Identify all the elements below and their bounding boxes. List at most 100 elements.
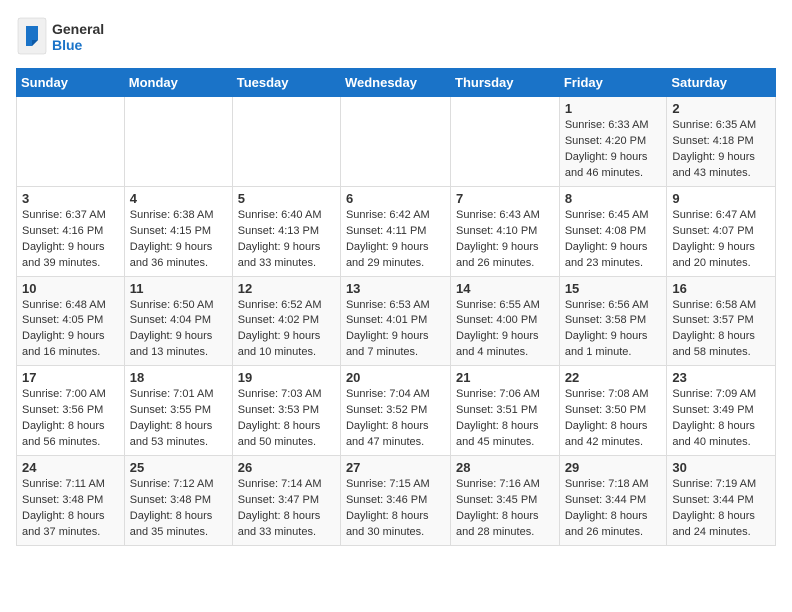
day-info: Sunrise: 6:37 AM Sunset: 4:16 PM Dayligh… <box>22 208 119 272</box>
day-info: Sunrise: 7:06 AM Sunset: 3:51 PM Dayligh… <box>456 387 554 451</box>
day-info: Sunrise: 7:11 AM Sunset: 3:48 PM Dayligh… <box>22 477 119 541</box>
day-number: 2 <box>672 101 770 116</box>
weekday-header-wednesday: Wednesday <box>340 69 450 97</box>
day-info: Sunrise: 7:16 AM Sunset: 3:45 PM Dayligh… <box>456 477 554 541</box>
calendar-cell: 3 Sunrise: 6:37 AM Sunset: 4:16 PM Daylig… <box>17 186 125 276</box>
weekday-header-sunday: Sunday <box>17 69 125 97</box>
calendar-cell <box>340 97 450 187</box>
day-info: Sunrise: 6:38 AM Sunset: 4:15 PM Dayligh… <box>130 208 227 272</box>
day-info: Sunrise: 6:58 AM Sunset: 3:57 PM Dayligh… <box>672 298 770 362</box>
day-info: Sunrise: 6:43 AM Sunset: 4:10 PM Dayligh… <box>456 208 554 272</box>
calendar-cell: 10Sunrise: 6:48 AM Sunset: 4:05 PM Dayli… <box>17 276 125 366</box>
calendar-cell: 6 Sunrise: 6:42 AM Sunset: 4:11 PM Daylig… <box>340 186 450 276</box>
calendar-cell: 15Sunrise: 6:56 AM Sunset: 3:58 PM Dayli… <box>559 276 667 366</box>
calendar-cell: 24 Sunrise: 7:11 AM Sunset: 3:48 PM Dayli… <box>17 456 125 546</box>
day-info: Sunrise: 6:50 AM Sunset: 4:04 PM Dayligh… <box>130 298 227 362</box>
logo: General Blue <box>16 16 106 56</box>
svg-text:Blue: Blue <box>52 37 83 53</box>
calendar-cell: 26Sunrise: 7:14 AM Sunset: 3:47 PM Dayli… <box>232 456 340 546</box>
svg-text:General: General <box>52 21 104 37</box>
week-row-1: 1 Sunrise: 6:33 AM Sunset: 4:20 PM Daylig… <box>17 97 776 187</box>
weekday-header-row: SundayMondayTuesdayWednesdayThursdayFrid… <box>17 69 776 97</box>
day-info: Sunrise: 7:08 AM Sunset: 3:50 PM Dayligh… <box>565 387 662 451</box>
day-number: 11 <box>130 281 227 296</box>
day-number: 12 <box>238 281 335 296</box>
calendar-cell: 16 Sunrise: 6:58 AM Sunset: 3:57 PM Dayli… <box>667 276 776 366</box>
day-info: Sunrise: 7:03 AM Sunset: 3:53 PM Dayligh… <box>238 387 335 451</box>
weekday-header-monday: Monday <box>124 69 232 97</box>
calendar-cell: 23Sunrise: 7:09 AM Sunset: 3:49 PM Dayli… <box>667 366 776 456</box>
day-info: Sunrise: 6:33 AM Sunset: 4:20 PM Dayligh… <box>565 118 662 182</box>
calendar-cell: 12 Sunrise: 6:52 AM Sunset: 4:02 PM Dayli… <box>232 276 340 366</box>
calendar-cell: 9Sunrise: 6:47 AM Sunset: 4:07 PM Daylig… <box>667 186 776 276</box>
day-info: Sunrise: 7:01 AM Sunset: 3:55 PM Dayligh… <box>130 387 227 451</box>
calendar-cell: 19 Sunrise: 7:03 AM Sunset: 3:53 PM Dayli… <box>232 366 340 456</box>
calendar-cell: 2 Sunrise: 6:35 AM Sunset: 4:18 PM Daylig… <box>667 97 776 187</box>
calendar-cell <box>17 97 125 187</box>
week-row-2: 3 Sunrise: 6:37 AM Sunset: 4:16 PM Daylig… <box>17 186 776 276</box>
weekday-header-thursday: Thursday <box>451 69 560 97</box>
calendar-cell: 21 Sunrise: 7:06 AM Sunset: 3:51 PM Dayli… <box>451 366 560 456</box>
calendar-cell <box>232 97 340 187</box>
calendar-cell <box>451 97 560 187</box>
day-number: 3 <box>22 191 119 206</box>
day-info: Sunrise: 7:00 AM Sunset: 3:56 PM Dayligh… <box>22 387 119 451</box>
day-number: 14 <box>456 281 554 296</box>
day-info: Sunrise: 6:52 AM Sunset: 4:02 PM Dayligh… <box>238 298 335 362</box>
calendar-cell: 22 Sunrise: 7:08 AM Sunset: 3:50 PM Dayli… <box>559 366 667 456</box>
day-number: 1 <box>565 101 662 116</box>
day-info: Sunrise: 6:45 AM Sunset: 4:08 PM Dayligh… <box>565 208 662 272</box>
day-info: Sunrise: 7:12 AM Sunset: 3:48 PM Dayligh… <box>130 477 227 541</box>
calendar-cell: 13Sunrise: 6:53 AM Sunset: 4:01 PM Dayli… <box>340 276 450 366</box>
calendar-cell: 5 Sunrise: 6:40 AM Sunset: 4:13 PM Daylig… <box>232 186 340 276</box>
calendar-cell: 14 Sunrise: 6:55 AM Sunset: 4:00 PM Dayli… <box>451 276 560 366</box>
day-number: 9 <box>672 191 770 206</box>
calendar-table: SundayMondayTuesdayWednesdayThursdayFrid… <box>16 68 776 546</box>
day-info: Sunrise: 7:19 AM Sunset: 3:44 PM Dayligh… <box>672 477 770 541</box>
calendar-cell: 25Sunrise: 7:12 AM Sunset: 3:48 PM Dayli… <box>124 456 232 546</box>
day-number: 18 <box>130 370 227 385</box>
day-info: Sunrise: 6:55 AM Sunset: 4:00 PM Dayligh… <box>456 298 554 362</box>
calendar-cell: 18 Sunrise: 7:01 AM Sunset: 3:55 PM Dayli… <box>124 366 232 456</box>
calendar-cell <box>124 97 232 187</box>
day-number: 27 <box>346 460 445 475</box>
day-info: Sunrise: 6:42 AM Sunset: 4:11 PM Dayligh… <box>346 208 445 272</box>
day-number: 6 <box>346 191 445 206</box>
day-info: Sunrise: 6:35 AM Sunset: 4:18 PM Dayligh… <box>672 118 770 182</box>
day-number: 24 <box>22 460 119 475</box>
day-number: 17 <box>22 370 119 385</box>
day-info: Sunrise: 7:09 AM Sunset: 3:49 PM Dayligh… <box>672 387 770 451</box>
weekday-header-friday: Friday <box>559 69 667 97</box>
week-row-3: 10Sunrise: 6:48 AM Sunset: 4:05 PM Dayli… <box>17 276 776 366</box>
day-info: Sunrise: 7:04 AM Sunset: 3:52 PM Dayligh… <box>346 387 445 451</box>
header: General Blue <box>16 16 776 56</box>
day-number: 15 <box>565 281 662 296</box>
day-number: 13 <box>346 281 445 296</box>
calendar-cell: 30 Sunrise: 7:19 AM Sunset: 3:44 PM Dayli… <box>667 456 776 546</box>
weekday-header-saturday: Saturday <box>667 69 776 97</box>
logo-svg: General Blue <box>16 16 106 56</box>
day-number: 19 <box>238 370 335 385</box>
day-number: 10 <box>22 281 119 296</box>
week-row-5: 24 Sunrise: 7:11 AM Sunset: 3:48 PM Dayli… <box>17 456 776 546</box>
week-row-4: 17 Sunrise: 7:00 AM Sunset: 3:56 PM Dayli… <box>17 366 776 456</box>
day-number: 26 <box>238 460 335 475</box>
day-number: 8 <box>565 191 662 206</box>
day-info: Sunrise: 7:15 AM Sunset: 3:46 PM Dayligh… <box>346 477 445 541</box>
calendar-cell: 29Sunrise: 7:18 AM Sunset: 3:44 PM Dayli… <box>559 456 667 546</box>
calendar-cell: 1 Sunrise: 6:33 AM Sunset: 4:20 PM Daylig… <box>559 97 667 187</box>
calendar-cell: 8 Sunrise: 6:45 AM Sunset: 4:08 PM Daylig… <box>559 186 667 276</box>
day-info: Sunrise: 6:40 AM Sunset: 4:13 PM Dayligh… <box>238 208 335 272</box>
calendar-cell: 20Sunrise: 7:04 AM Sunset: 3:52 PM Dayli… <box>340 366 450 456</box>
calendar-cell: 4 Sunrise: 6:38 AM Sunset: 4:15 PM Daylig… <box>124 186 232 276</box>
day-number: 4 <box>130 191 227 206</box>
weekday-header-tuesday: Tuesday <box>232 69 340 97</box>
day-number: 22 <box>565 370 662 385</box>
day-number: 7 <box>456 191 554 206</box>
day-number: 16 <box>672 281 770 296</box>
calendar-cell: 7 Sunrise: 6:43 AM Sunset: 4:10 PM Daylig… <box>451 186 560 276</box>
day-info: Sunrise: 7:18 AM Sunset: 3:44 PM Dayligh… <box>565 477 662 541</box>
day-number: 5 <box>238 191 335 206</box>
day-number: 21 <box>456 370 554 385</box>
day-number: 30 <box>672 460 770 475</box>
